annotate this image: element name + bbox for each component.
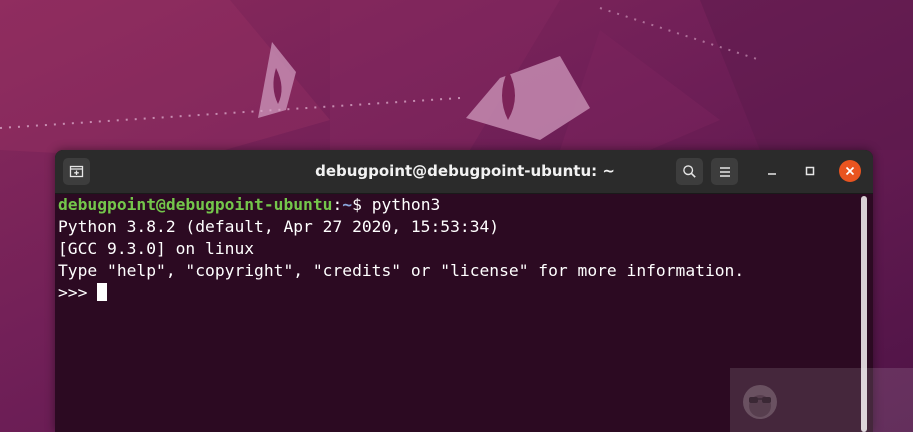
text-cursor [97,283,108,301]
output-line: Python 3.8.2 (default, Apr 27 2020, 15:5… [58,217,500,236]
window-title: debugpoint@debugpoint-ubuntu: ~ [315,162,615,180]
close-button[interactable] [839,160,861,182]
watermark [730,368,913,432]
sloth-logo-icon [743,385,777,419]
output-line: [GCC 9.3.0] on linux [58,239,255,258]
hamburger-menu-icon [719,166,730,177]
prompt-command: python3 [371,195,441,214]
maximize-icon [805,166,815,176]
search-icon [683,165,696,178]
minimize-button[interactable] [761,160,783,182]
prompt-line: debugpoint@debugpoint-ubuntu:~$ python3 [58,194,860,216]
title-bar[interactable]: debugpoint@debugpoint-ubuntu: ~ [55,150,873,194]
new-tab-button[interactable] [63,158,90,185]
search-button[interactable] [676,158,703,185]
minimize-icon [768,173,776,175]
repl-prompt: >>> [58,283,98,302]
output-line: Type "help", "copyright", "credits" or "… [58,261,745,280]
menu-button[interactable] [711,158,738,185]
prompt-user-host: debugpoint@debugpoint-ubuntu [58,195,333,214]
repl-prompt-line[interactable]: >>> [58,282,860,304]
maximize-button[interactable] [799,160,821,182]
prompt-symbol: $ [352,195,372,214]
close-icon [845,166,855,176]
prompt-path: ~ [342,195,353,214]
new-tab-icon [69,165,84,178]
prompt-separator: : [332,195,343,214]
